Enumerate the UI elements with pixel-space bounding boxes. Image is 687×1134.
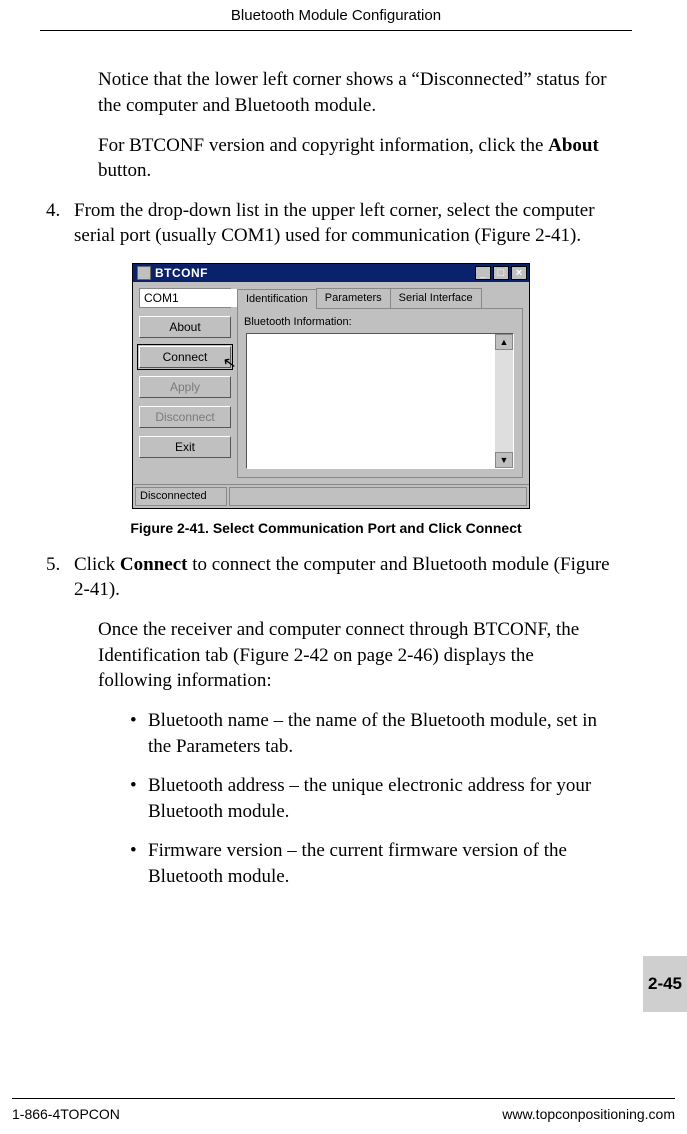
bullet-dot: • <box>130 708 148 759</box>
window-title: BTCONF <box>155 265 475 281</box>
footer-url: www.topconpositioning.com <box>502 1105 675 1124</box>
apply-button[interactable]: Apply <box>139 376 231 398</box>
step-5: 5. Click Connect to connect the computer… <box>40 552 612 603</box>
bullet-firmware: • Firmware version – the current firmwar… <box>130 838 612 889</box>
step-text: Click Connect to connect the computer an… <box>74 552 612 603</box>
step-number: 4. <box>40 198 74 249</box>
bullet-text: Bluetooth address – the unique electroni… <box>148 773 612 824</box>
status-bar: Disconnected <box>133 484 529 508</box>
about-button[interactable]: About <box>139 316 231 338</box>
status-text: Disconnected <box>135 487 227 506</box>
paragraph-about-button: For BTCONF version and copyright informa… <box>98 133 612 184</box>
close-button[interactable]: × <box>511 266 527 280</box>
tab-parameters[interactable]: Parameters <box>316 288 391 308</box>
figure-caption: Figure 2-41. Select Communication Port a… <box>80 519 572 538</box>
tab-serial-interface[interactable]: Serial Interface <box>390 288 482 308</box>
running-header: Bluetooth Module Configuration <box>30 0 642 30</box>
bullet-dot: • <box>130 773 148 824</box>
step-number: 5. <box>40 552 74 603</box>
footer-phone: 1-866-4TOPCON <box>12 1105 120 1124</box>
bullet-dot: • <box>130 838 148 889</box>
titlebar: BTCONF _ □ × <box>133 264 529 282</box>
maximize-button[interactable]: □ <box>493 266 509 280</box>
footer-rule <box>12 1098 675 1099</box>
paragraph-disconnected-note: Notice that the lower left corner shows … <box>98 67 612 118</box>
disconnect-button[interactable]: Disconnect <box>139 406 231 428</box>
connect-button[interactable]: Connect ↖ <box>139 346 231 368</box>
com-port-select[interactable]: ▼ <box>139 288 231 308</box>
paragraph-identification-info: Once the receiver and computer connect t… <box>98 617 612 694</box>
tab-identification[interactable]: Identification <box>237 289 317 309</box>
connect-label: Connect <box>163 349 208 365</box>
header-rule <box>40 30 632 31</box>
bullet-bt-name: • Bluetooth name – the name of the Bluet… <box>130 708 612 759</box>
about-bold: About <box>548 135 599 156</box>
text: button. <box>98 160 151 181</box>
page-number-tab: 2-45 <box>643 956 687 1012</box>
app-icon <box>137 266 151 280</box>
scroll-up-icon[interactable]: ▲ <box>495 334 513 350</box>
bullet-text: Bluetooth name – the name of the Bluetoo… <box>148 708 612 759</box>
bullet-bt-address: • Bluetooth address – the unique electro… <box>130 773 612 824</box>
connect-bold: Connect <box>120 554 188 575</box>
minimize-button[interactable]: _ <box>475 266 491 280</box>
scroll-down-icon[interactable]: ▼ <box>495 452 513 468</box>
info-textarea: ▲ ▼ <box>246 333 514 469</box>
figure-2-41: BTCONF _ □ × ▼ About <box>132 263 612 509</box>
step-4: 4. From the drop-down list in the upper … <box>40 198 612 249</box>
text: For BTCONF version and copyright informa… <box>98 135 548 156</box>
bullet-text: Firmware version – the current firmware … <box>148 838 612 889</box>
cursor-icon: ↖ <box>221 352 238 376</box>
step-text: From the drop-down list in the upper lef… <box>74 198 612 249</box>
status-spacer <box>229 487 527 506</box>
text: Click <box>74 554 120 575</box>
panel-label: Bluetooth Information: <box>244 315 516 330</box>
scrollbar[interactable]: ▲ ▼ <box>495 334 513 468</box>
tab-panel: Bluetooth Information: ▲ ▼ <box>237 308 523 478</box>
btconf-window: BTCONF _ □ × ▼ About <box>132 263 530 509</box>
exit-button[interactable]: Exit <box>139 436 231 458</box>
